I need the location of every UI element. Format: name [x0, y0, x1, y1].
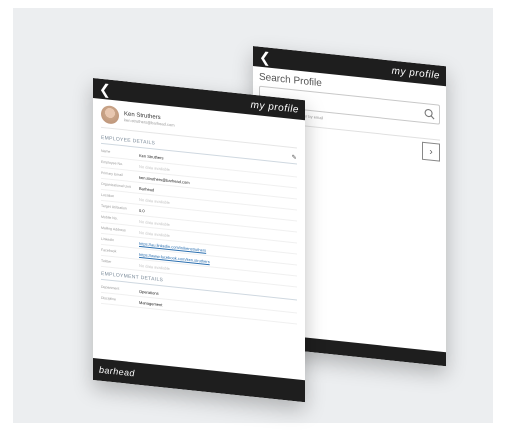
field-label: Employee No. [101, 159, 123, 167]
field-value: No data available [139, 196, 170, 205]
section-title: EMPLOYEE DETAILS [101, 134, 156, 147]
back-arrow-icon[interactable]: ❮ [259, 49, 271, 66]
chevron-right-icon[interactable]: › [422, 141, 440, 162]
field-label: Location [101, 192, 115, 199]
employee-fields: Name Ken Struthers Employee No. No data ava… [93, 145, 305, 288]
field-value: No data available [139, 262, 170, 271]
field-value: Operations [139, 288, 159, 296]
profile-details-screen: ❮ my profile Ken Struthers ken.struthers… [93, 78, 305, 403]
field-label: Primary Email [101, 170, 123, 178]
field-label: Discipline [101, 295, 116, 302]
field-label: Facebook [101, 247, 117, 254]
search-icon[interactable] [424, 107, 435, 119]
bottom-bar: barhead [93, 358, 305, 403]
field-value: No data available [139, 229, 170, 238]
field-label: Target Utilization [101, 203, 127, 211]
mockup-stage: ❮ my profile Search Profile Enter to sea… [13, 8, 493, 423]
field-value: 0.0 [139, 207, 145, 213]
back-arrow-icon[interactable]: ❮ [99, 81, 111, 98]
field-label: Organizational Unit [101, 181, 131, 189]
field-label: Mobile No. [101, 214, 118, 221]
screen-title: my profile [391, 65, 440, 82]
field-value: Management [139, 299, 163, 307]
field-label: Name [101, 148, 111, 154]
field-label: Twitter [101, 258, 112, 264]
barhead-logo: barhead [99, 364, 135, 379]
section-title: EMPLOYMENT DETAILS [101, 270, 164, 284]
field-value: Barhead [139, 185, 155, 192]
edit-icon[interactable]: ✎ [292, 154, 297, 162]
field-label: LinkedIn [101, 236, 115, 243]
avatar [101, 104, 119, 125]
field-value: No data available [139, 218, 170, 227]
field-label: Department [101, 284, 120, 291]
field-value: Ken Struthers [139, 152, 164, 160]
screen-title: my profile [250, 99, 299, 116]
field-label: Mailing Address [101, 225, 126, 233]
field-value: No data available [139, 163, 170, 172]
